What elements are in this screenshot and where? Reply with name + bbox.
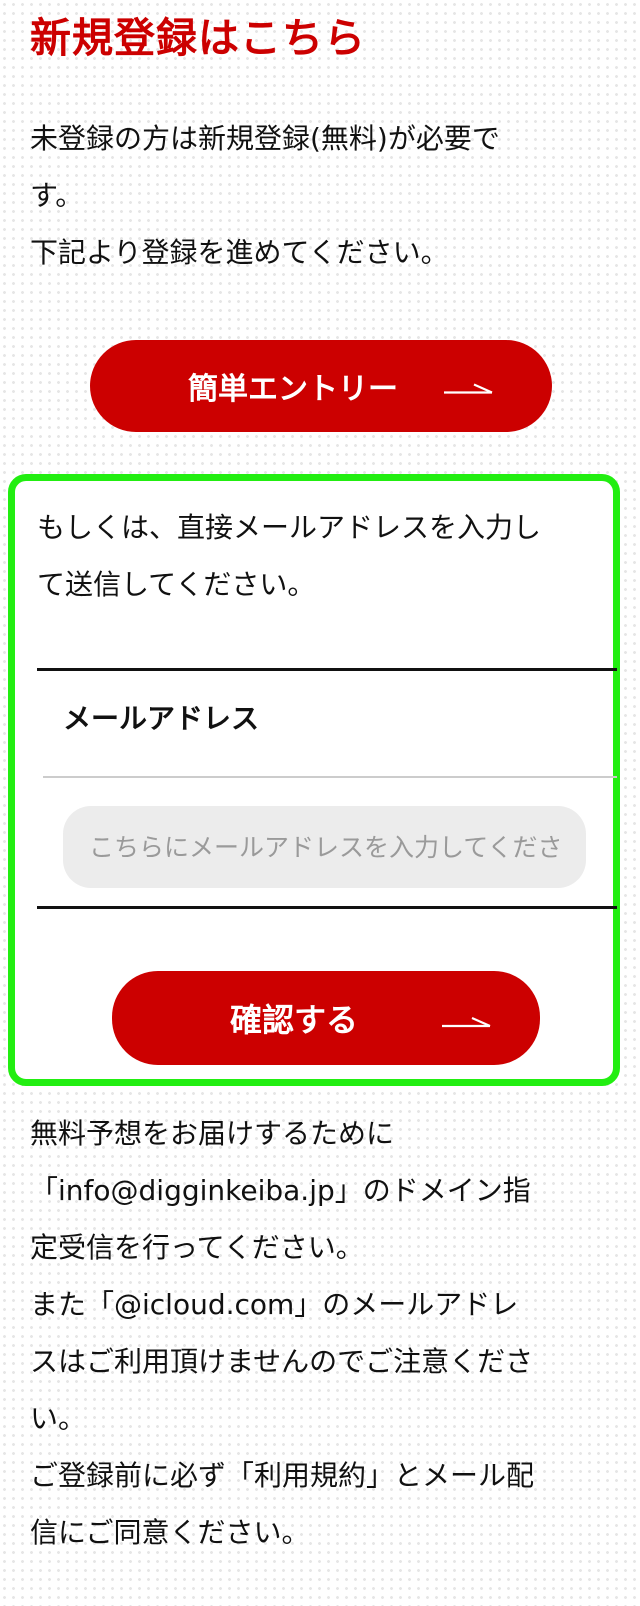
quick-entry-label: 簡単エントリー bbox=[188, 372, 398, 407]
email-registration-form: もしくは、直接メールアドレスを入力し て送信してください。 メールアドレス 確認… bbox=[8, 474, 620, 1086]
notice-line: い。 bbox=[30, 1402, 87, 1435]
quick-entry-button[interactable]: 簡単エントリー bbox=[90, 340, 552, 432]
confirm-button[interactable]: 確認する bbox=[112, 971, 540, 1065]
divider bbox=[43, 776, 617, 778]
section-heading: 新規登録はこちら bbox=[30, 14, 366, 62]
divider bbox=[37, 906, 617, 909]
confirm-label: 確認する bbox=[230, 1001, 359, 1039]
notice-line: 「info@digginkeiba.jp」のドメイン指 bbox=[30, 1174, 531, 1207]
email-field-label: メールアドレス bbox=[63, 702, 260, 735]
notice-line: 信にご同意ください。 bbox=[30, 1516, 310, 1549]
form-instructions: もしくは、直接メールアドレスを入力し て送信してください。 bbox=[37, 499, 617, 613]
notice-line: ご登録前に必ず「利用規約」とメール配 bbox=[30, 1459, 535, 1492]
form-instruction-line: て送信してください。 bbox=[37, 568, 316, 601]
divider bbox=[37, 668, 617, 671]
notice-line: また「@icloud.com」のメールアドレ bbox=[30, 1288, 519, 1321]
notice-line: スはご利用頂けませんのでご注意くださ bbox=[30, 1345, 534, 1378]
intro-line: 未登録の方は新規登録(無料)が必要で bbox=[30, 122, 500, 155]
registration-page: 新規登録はこちら 未登録の方は新規登録(無料)が必要で す。 下記より登録を進め… bbox=[0, 0, 640, 1606]
intro-line: 下記より登録を進めてください。 bbox=[30, 236, 449, 269]
form-instruction-line: もしくは、直接メールアドレスを入力し bbox=[37, 511, 542, 544]
intro-text: 未登録の方は新規登録(無料)が必要で す。 下記より登録を進めてください。 bbox=[30, 110, 590, 281]
long-arrow-right-icon bbox=[444, 369, 494, 404]
intro-line: す。 bbox=[30, 179, 84, 212]
email-input[interactable] bbox=[63, 806, 586, 888]
long-arrow-right-icon bbox=[442, 999, 492, 1037]
notice-line: 定受信を行ってください。 bbox=[30, 1231, 364, 1264]
notice-line: 無料予想をお届けするために bbox=[30, 1117, 395, 1150]
notice-text: 無料予想をお届けするために 「info@digginkeiba.jp」のドメイン… bbox=[30, 1105, 610, 1561]
